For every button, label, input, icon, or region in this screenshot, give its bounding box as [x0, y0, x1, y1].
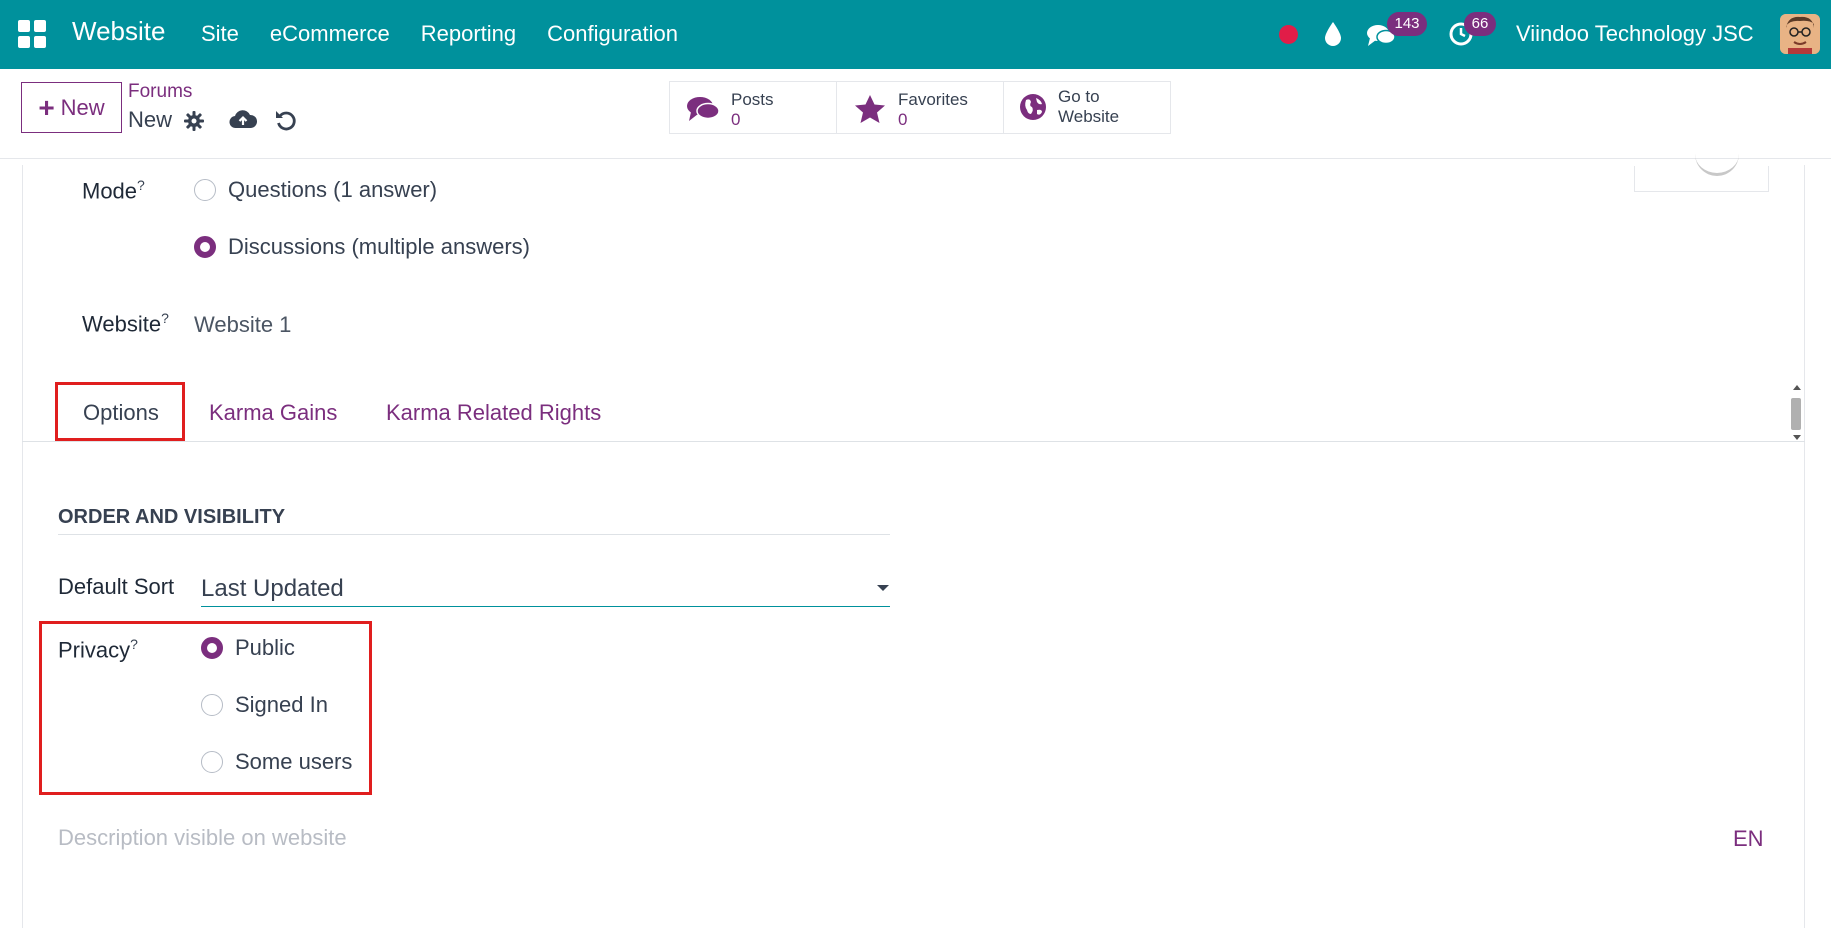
help-icon: ?	[161, 310, 169, 326]
default-sort-value: Last Updated	[201, 575, 344, 602]
new-button-label: New	[60, 94, 105, 120]
help-icon: ?	[137, 177, 145, 193]
gear-icon[interactable]	[183, 110, 205, 132]
plus-icon: +	[38, 91, 55, 123]
image-field[interactable]	[1634, 166, 1769, 192]
control-panel: + New Forums New Posts 0 Favorites 0 Go …	[0, 69, 1831, 159]
favorites-stat-button[interactable]: Favorites 0	[836, 81, 1004, 134]
discard-undo-icon[interactable]	[274, 108, 298, 132]
mode-option-questions[interactable]: Questions (1 answer)	[228, 177, 437, 203]
section-divider	[58, 534, 890, 535]
top-navbar: Website Site eCommerce Reporting Configu…	[0, 0, 1831, 69]
user-avatar[interactable]	[1780, 14, 1820, 54]
default-sort-label: Default Sort	[58, 574, 175, 599]
language-button[interactable]: EN	[1733, 826, 1764, 852]
favorites-label: Favorites	[898, 90, 968, 109]
posts-label: Posts	[731, 90, 774, 109]
save-cloud-icon[interactable]	[229, 108, 257, 132]
menu-item-ecommerce[interactable]: eCommerce	[270, 21, 390, 47]
comments-icon	[687, 97, 720, 121]
default-sort-select[interactable]: Last Updated	[201, 570, 890, 607]
description-input[interactable]: Description visible on website	[58, 825, 347, 851]
highlight-options-tab	[55, 382, 185, 441]
mode-option-discussions[interactable]: Discussions (multiple answers)	[228, 234, 530, 260]
go-to-website-button[interactable]: Go to Website	[1003, 81, 1171, 134]
posts-stat-button[interactable]: Posts 0	[669, 81, 837, 134]
form-sheet	[22, 165, 1805, 928]
scroll-up-arrow-icon	[1793, 385, 1801, 390]
go-to-website-label: Go to Website	[1058, 87, 1120, 126]
breadcrumb-forums[interactable]: Forums	[128, 81, 192, 103]
globe-icon	[1020, 94, 1046, 120]
chevron-down-icon	[877, 585, 889, 591]
breadcrumb-current: New	[128, 107, 173, 132]
star-icon	[855, 95, 885, 123]
activities-badge: 66	[1464, 12, 1496, 36]
apps-menu-icon[interactable]	[18, 20, 46, 48]
tabs-scrollbar[interactable]	[1789, 385, 1803, 442]
scroll-thumb	[1791, 398, 1801, 430]
new-button[interactable]: + New	[21, 82, 122, 133]
water-drop-icon[interactable]	[1322, 21, 1344, 47]
app-brand[interactable]: Website	[72, 16, 165, 47]
website-value[interactable]: Website 1	[194, 312, 291, 338]
mode-radio-questions[interactable]	[194, 179, 216, 201]
tab-karma-gains[interactable]: Karma Gains	[209, 400, 337, 426]
messages-badge: 143	[1387, 12, 1427, 36]
record-indicator-icon[interactable]	[1279, 25, 1298, 44]
website-label: Website?	[82, 310, 169, 337]
scroll-down-arrow-icon	[1793, 435, 1801, 440]
posts-value: 0	[731, 110, 741, 129]
menu-item-reporting[interactable]: Reporting	[421, 21, 516, 47]
section-title-order-visibility: ORDER AND VISIBILITY	[58, 506, 286, 528]
mode-label: Mode?	[82, 177, 145, 204]
favorites-value: 0	[898, 110, 908, 129]
company-switcher[interactable]: Viindoo Technology JSC	[1516, 21, 1754, 47]
tab-karma-related-rights[interactable]: Karma Related Rights	[386, 400, 601, 426]
tabs-divider	[22, 441, 1805, 442]
highlight-privacy-field	[39, 621, 372, 795]
main-menu: Site eCommerce Reporting Configuration	[201, 21, 678, 47]
mode-radio-discussions[interactable]	[194, 236, 216, 258]
menu-item-configuration[interactable]: Configuration	[547, 21, 678, 47]
menu-item-site[interactable]: Site	[201, 21, 239, 47]
